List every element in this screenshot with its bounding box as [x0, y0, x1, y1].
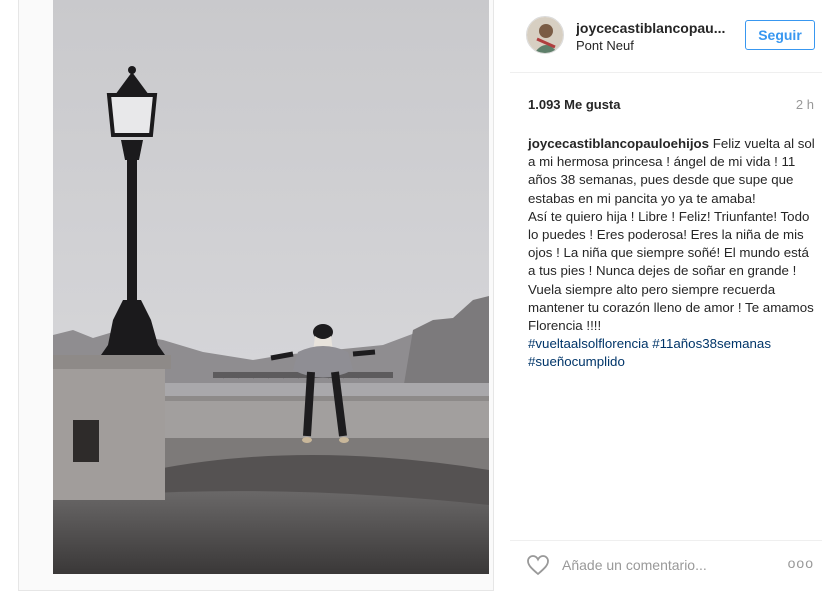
caption: joycecastiblancopauloehijos Feliz vuelta… [528, 135, 818, 372]
username-link[interactable]: joycecastiblancopau... [576, 20, 726, 36]
heart-icon[interactable] [526, 554, 550, 576]
avatar[interactable] [526, 16, 564, 54]
comment-bar: Añade un comentario... ooo [510, 540, 822, 589]
photo-frame [18, 0, 494, 591]
likes-count[interactable]: 1.093 Me gusta [528, 97, 621, 112]
comment-input[interactable]: Añade un comentario... [562, 557, 707, 573]
post-photo[interactable] [53, 0, 489, 574]
post-header: joycecastiblancopau... Pont Neuf Seguir [510, 0, 822, 73]
caption-username[interactable]: joycecastiblancopauloehijos [528, 136, 709, 151]
post-sidebar: joycecastiblancopau... Pont Neuf Seguir … [510, 0, 822, 597]
instagram-post: joycecastiblancopau... Pont Neuf Seguir … [0, 0, 822, 597]
follow-button[interactable]: Seguir [745, 20, 815, 50]
location-link[interactable]: Pont Neuf [576, 38, 634, 53]
hashtag-link[interactable]: #vueltaalsolflorencia [528, 336, 648, 351]
caption-text-2: Así te quiero hija ! Libre ! Feliz! Triu… [528, 208, 814, 334]
more-options-icon[interactable]: ooo [788, 555, 814, 571]
hashtag-link[interactable]: #11años38semanas [652, 336, 771, 351]
hashtag-link[interactable]: #sueñocumplido [528, 354, 625, 369]
post-time[interactable]: 2 h [796, 97, 814, 112]
